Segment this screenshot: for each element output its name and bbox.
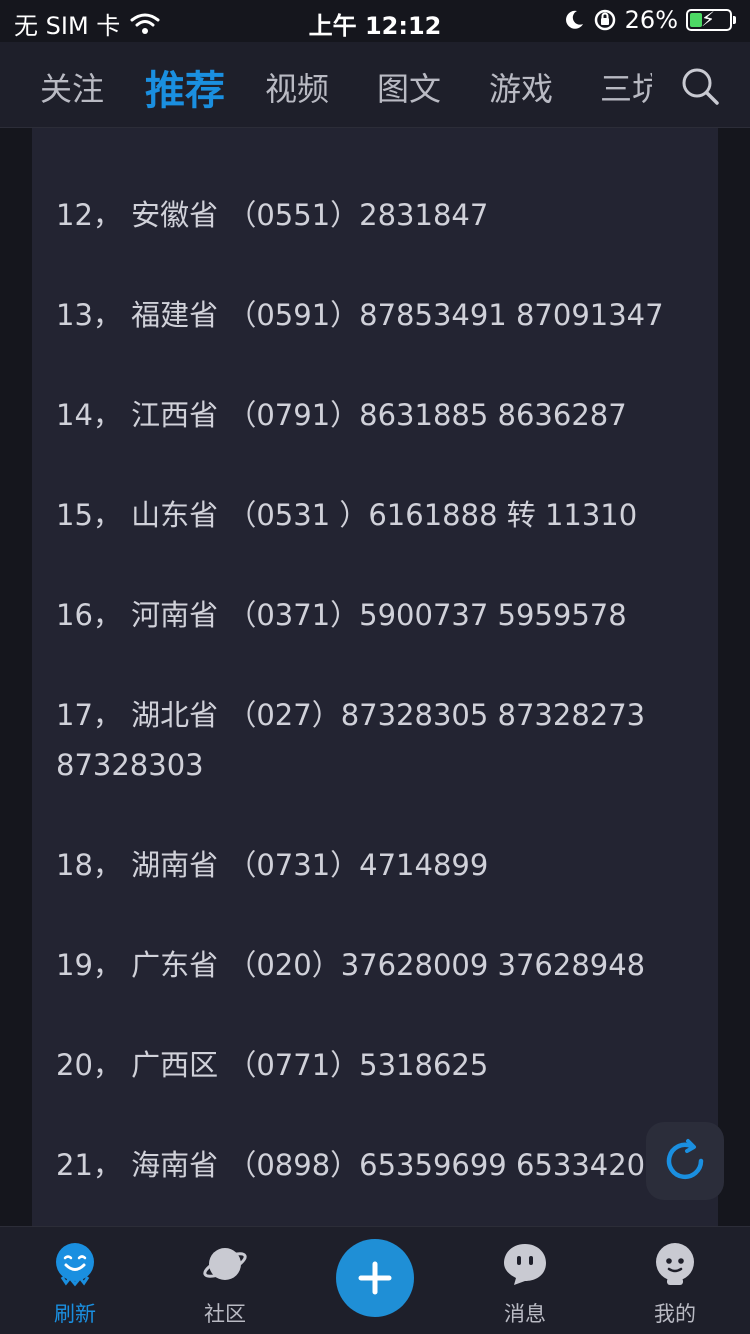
search-icon[interactable] xyxy=(680,66,720,106)
refresh-icon xyxy=(666,1139,704,1180)
tab-image-text[interactable]: 图文 xyxy=(377,64,441,110)
bottom-nav: 刷新 社区 消息 我的 xyxy=(0,1226,750,1334)
plus-icon xyxy=(358,1261,392,1295)
nav-messages-label: 消息 xyxy=(504,1302,546,1326)
message-bubble-icon xyxy=(504,1244,546,1285)
tab-video[interactable]: 视频 xyxy=(265,64,329,110)
tab-recommend[interactable]: 推荐 xyxy=(145,58,225,116)
list-item: 14， 江西省 （0791）8631885 8636287 xyxy=(56,398,627,432)
battery-tip xyxy=(733,16,736,24)
battery-icon: ⚡ xyxy=(686,8,732,31)
nav-messages[interactable]: 消息 xyxy=(475,1241,575,1328)
nav-profile[interactable]: 我的 xyxy=(625,1241,725,1328)
list-item: 12， 安徽省 （0551）2831847 xyxy=(56,198,489,232)
list-item: 18， 湖南省 （0731）4714899 xyxy=(56,848,489,882)
nav-refresh-label: 刷新 xyxy=(54,1302,96,1326)
list-item: 13， 福建省 （0591）87853491 87091347 xyxy=(56,298,664,332)
list-item: 19， 广东省 （020）37628009 37628948 xyxy=(56,948,646,982)
tab-follow[interactable]: 关注 xyxy=(40,64,104,110)
list-item: 20， 广西区 （0771）5318625 xyxy=(56,1048,489,1082)
moon-icon xyxy=(565,10,583,29)
status-right: 26% ⚡ xyxy=(563,6,736,34)
app-screen: 无 SIM 卡 上午 12:12 26% ⚡ 关注 推荐 视频 图文 游戏 三坑… xyxy=(0,0,750,1334)
list-item: 16， 河南省 （0371）5900737 5959578 xyxy=(56,598,627,632)
article-content: 12， 安徽省 （0551）2831847 13， 福建省 （0591）8785… xyxy=(32,128,718,1226)
nav-profile-label: 我的 xyxy=(654,1302,696,1326)
planet-icon xyxy=(203,1248,247,1280)
refresh-button[interactable] xyxy=(646,1122,724,1200)
nav-refresh[interactable]: 刷新 xyxy=(25,1241,125,1328)
tab-partial-label: 三坑 xyxy=(600,70,652,108)
list-item: 15， 山东省 （0531 ）6161888 转 11310 xyxy=(56,498,638,532)
tab-partial[interactable]: 三坑 xyxy=(600,64,652,110)
list-item: 17， 湖北省 （027）87328305 87328273 87328303 xyxy=(56,698,655,782)
rotation-lock-icon xyxy=(594,9,615,31)
battery-percent: 26% xyxy=(624,6,678,34)
tab-games[interactable]: 游戏 xyxy=(489,64,553,110)
status-bar: 无 SIM 卡 上午 12:12 26% ⚡ xyxy=(0,0,750,42)
nav-community[interactable]: 社区 xyxy=(175,1241,275,1328)
nav-community-label: 社区 xyxy=(204,1302,246,1326)
profile-icon xyxy=(656,1243,694,1285)
list-item: 21， 海南省 （0898）65359699 65334204 xyxy=(56,1148,664,1182)
add-post-button[interactable] xyxy=(336,1239,414,1317)
refresh-face-icon xyxy=(56,1243,94,1287)
top-tab-bar: 关注 推荐 视频 图文 游戏 三坑 xyxy=(0,42,750,128)
